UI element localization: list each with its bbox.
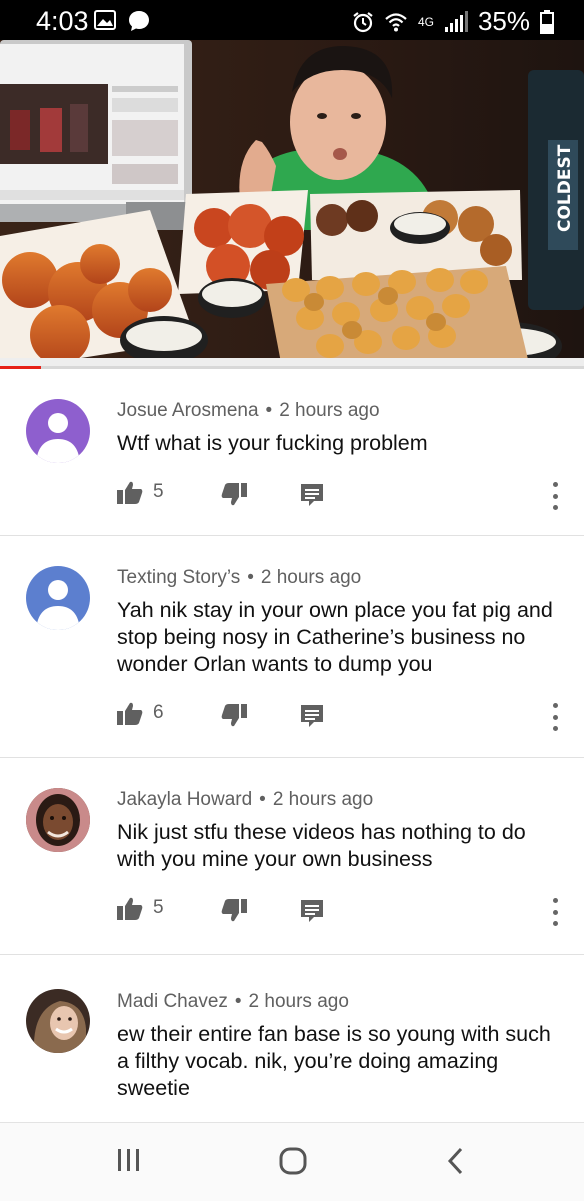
dislike-button[interactable]	[221, 704, 247, 733]
thumbs-down-icon	[221, 483, 247, 506]
navigation-bar	[0, 1122, 584, 1201]
more-dot	[552, 909, 558, 915]
more-dot	[552, 505, 558, 510]
comment-text: Nik just stfu these videos has nothing t…	[117, 820, 526, 871]
home-button[interactable]	[279, 1147, 307, 1180]
dislike-button[interactable]	[221, 483, 247, 512]
video-player[interactable]: COLDEST	[0, 40, 584, 368]
comment-author[interactable]: Madi Chavez	[117, 991, 228, 1012]
profile-photo	[26, 989, 90, 1053]
battery-icon	[540, 9, 554, 34]
signal-icon	[444, 10, 468, 32]
reply-icon	[301, 900, 323, 922]
gallery-notification-icon	[94, 10, 116, 30]
more-dot	[552, 493, 558, 499]
recent-apps-button[interactable]	[116, 1147, 142, 1178]
comment-item: Jakayla Howard • 2 hours ago Nik just stfu…	[0, 758, 584, 955]
avatar[interactable]	[26, 399, 90, 463]
more-dot	[552, 703, 558, 708]
home-icon	[279, 1147, 307, 1175]
comment-actions: 6	[117, 701, 567, 731]
like-count: 5	[153, 897, 164, 918]
video-frame: COLDEST	[0, 40, 584, 368]
comment-time: 2 hours ago	[260, 567, 362, 588]
status-bar: 4:03 4G 35%	[0, 0, 584, 40]
more-dot	[552, 726, 558, 731]
comment-author[interactable]: Jakayla Howard	[117, 789, 252, 810]
default-avatar-icon	[36, 413, 80, 463]
like-button[interactable]: 5	[117, 480, 164, 504]
comment-item: Josue Arosmena • 2 hours ago Wtf what is y…	[0, 369, 584, 536]
thumbs-up-icon	[117, 702, 143, 725]
meta-separator: •	[247, 567, 254, 588]
alarm-icon	[353, 11, 373, 32]
dislike-button[interactable]	[221, 899, 247, 928]
more-options-button[interactable]	[545, 482, 565, 510]
comment-author[interactable]: Texting Story’s	[117, 567, 240, 588]
comment-time: 2 hours ago	[272, 789, 374, 810]
wifi-icon	[385, 12, 407, 31]
comment-actions: 5	[117, 480, 567, 510]
comment-meta: Madi Chavez • 2 hours ago	[117, 991, 349, 1013]
back-button[interactable]	[446, 1147, 464, 1180]
comment-text: Yah nik stay in your own place you fat p…	[117, 598, 553, 676]
comments-list: Josue Arosmena • 2 hours ago Wtf what is y…	[0, 369, 584, 1123]
comment-meta: Texting Story’s • 2 hours ago	[117, 567, 361, 589]
more-options-button[interactable]	[545, 898, 565, 926]
more-dot	[552, 898, 558, 903]
like-button[interactable]: 5	[117, 896, 164, 920]
more-options-button[interactable]	[545, 703, 565, 731]
like-count: 6	[153, 702, 164, 723]
meta-separator: •	[234, 991, 242, 1012]
avatar[interactable]	[26, 989, 90, 1053]
comment-item: Madi Chavez • 2 hours ago ew their entire …	[0, 955, 584, 1123]
thumbs-down-icon	[221, 704, 247, 727]
recent-apps-icon	[118, 1149, 139, 1171]
comment-time: 2 hours ago	[248, 991, 349, 1012]
comment-item: Texting Story’s • 2 hours ago Yah nik stay…	[0, 536, 584, 758]
bottle-label: COLDEST	[555, 144, 575, 232]
thumbs-down-icon	[221, 899, 247, 922]
comment-author[interactable]: Josue Arosmena	[117, 400, 259, 421]
status-time: 4:03	[36, 6, 89, 36]
battery-percent: 35%	[477, 6, 530, 36]
network-type: 4G	[417, 14, 434, 29]
reply-button[interactable]	[300, 704, 324, 733]
like-count: 5	[153, 481, 164, 502]
comment-meta: Josue Arosmena • 2 hours ago	[117, 400, 380, 422]
profile-photo	[26, 788, 90, 852]
reply-button[interactable]	[300, 483, 324, 512]
more-dot	[552, 921, 558, 926]
comment-actions: 5	[117, 896, 567, 926]
like-button[interactable]: 6	[117, 701, 164, 725]
meta-separator: •	[265, 400, 273, 421]
thumbs-up-icon	[117, 481, 143, 504]
message-notification-icon	[129, 11, 149, 31]
comment-text: ew their entire fan base is so young wit…	[117, 1022, 551, 1100]
more-dot	[552, 482, 558, 487]
reply-icon	[301, 705, 323, 727]
more-dot	[552, 714, 558, 720]
avatar[interactable]	[26, 788, 90, 852]
meta-separator: •	[259, 789, 266, 810]
avatar[interactable]	[26, 566, 90, 630]
comment-meta: Jakayla Howard • 2 hours ago	[117, 789, 373, 811]
comment-text: Wtf what is your fucking problem	[117, 431, 428, 455]
back-icon	[447, 1147, 463, 1175]
reply-button[interactable]	[300, 899, 324, 928]
thumbs-up-icon	[117, 897, 143, 920]
default-avatar-icon	[36, 580, 80, 630]
reply-icon	[301, 484, 323, 506]
comment-time: 2 hours ago	[279, 400, 380, 421]
